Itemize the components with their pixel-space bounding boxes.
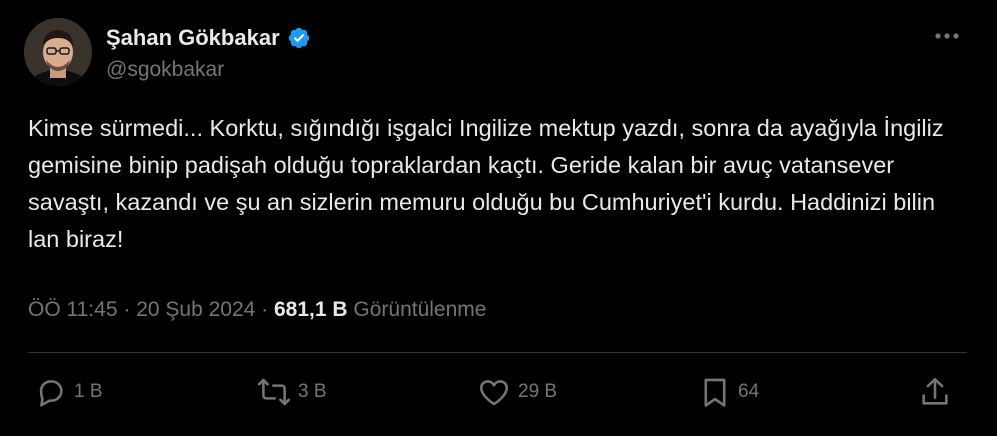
reply-icon (34, 375, 68, 409)
avatar[interactable] (24, 18, 92, 86)
tweet-text: Kimse sürmedi... Korktu, sığındığı işgal… (28, 115, 951, 252)
reply-button[interactable]: 1 B (34, 366, 103, 418)
retweet-icon (256, 375, 292, 409)
like-button[interactable]: 29 B (476, 366, 557, 418)
divider (28, 352, 967, 353)
bookmark-icon (698, 375, 732, 409)
verified-badge-icon[interactable] (287, 26, 311, 50)
meta-separator: · (123, 298, 131, 321)
meta-separator: · (261, 298, 269, 321)
author-handle[interactable]: @sgokbakar (106, 57, 224, 83)
share-icon (918, 375, 952, 409)
share-button[interactable] (918, 366, 952, 418)
views-count: 681,1 B (273, 298, 348, 321)
display-name[interactable]: Şahan Gökbakar (106, 24, 280, 52)
bookmark-count: 64 (738, 381, 760, 402)
retweet-button[interactable]: 3 B (256, 366, 327, 418)
tweet-card: Şahan Gökbakar @sgokbakar Kimse sürmedi.… (0, 0, 997, 436)
tweet-date[interactable]: 20 Şub 2024 (136, 298, 255, 321)
heart-icon (476, 375, 512, 409)
tweet-metadata: ÖÖ 11:45 · 20 Şub 2024 · 681,1 B Görüntü… (28, 296, 486, 324)
more-horizontal-icon[interactable] (930, 22, 964, 50)
retweet-count: 3 B (298, 381, 327, 402)
tweet-time[interactable]: ÖÖ 11:45 (28, 298, 118, 321)
bookmark-button[interactable]: 64 (698, 366, 759, 418)
views-label: Görüntülenme (353, 298, 487, 321)
reply-count: 1 B (74, 381, 103, 402)
like-count: 29 B (518, 381, 558, 402)
author-name-row: Şahan Gökbakar (106, 24, 311, 52)
avatar-image (24, 18, 92, 86)
action-bar: 1 B 3 B 29 B 64 (0, 366, 997, 418)
